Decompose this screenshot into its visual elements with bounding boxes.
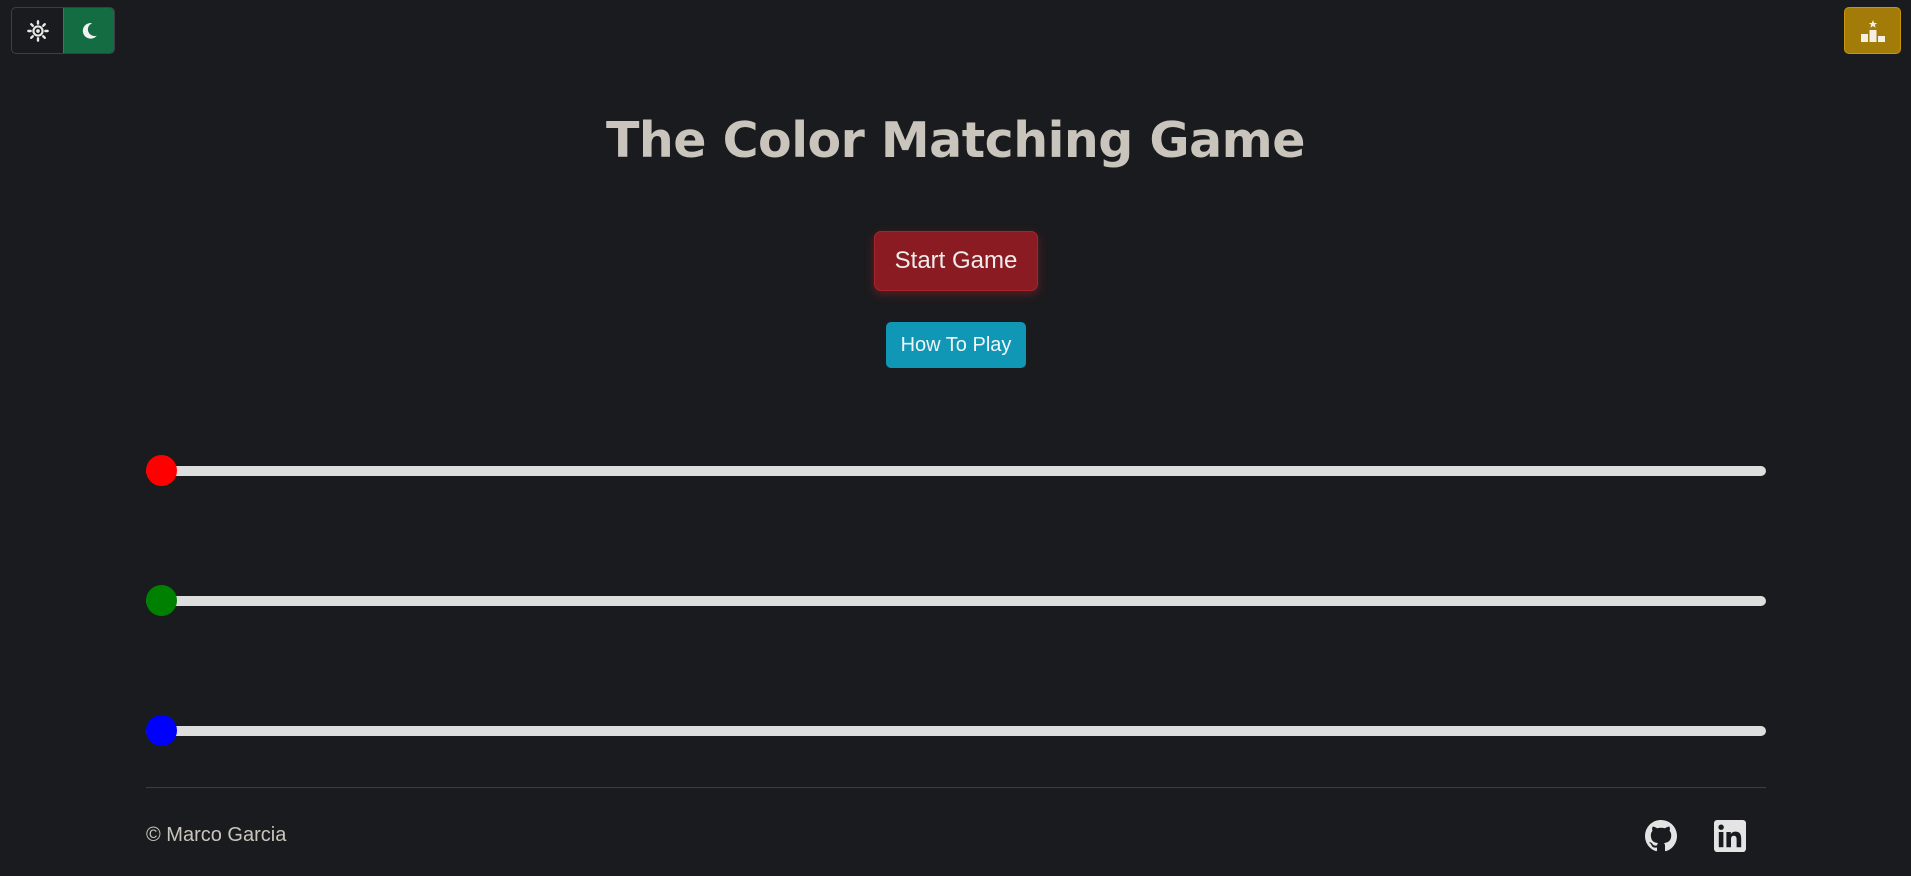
github-icon: [1645, 820, 1677, 852]
how-to-play-button[interactable]: How To Play: [886, 322, 1026, 368]
leaderboard-button[interactable]: [1844, 7, 1901, 54]
game-page: The Color Matching Game Start Game How T…: [0, 0, 1911, 876]
light-theme-button[interactable]: [12, 8, 63, 53]
slider-track[interactable]: [146, 726, 1766, 736]
start-game-button[interactable]: Start Game: [874, 231, 1038, 291]
copyright-text: © Marco Garcia: [146, 824, 287, 846]
sun-icon: [26, 19, 49, 42]
blue-slider[interactable]: [146, 711, 1766, 751]
red-slider[interactable]: [146, 451, 1766, 491]
linkedin-icon: [1714, 820, 1746, 852]
podium-icon: [1860, 19, 1885, 42]
github-link[interactable]: [1645, 820, 1677, 852]
page-title: The Color Matching Game: [606, 112, 1305, 169]
linkedin-link[interactable]: [1714, 820, 1746, 852]
green-slider-thumb[interactable]: [146, 585, 177, 616]
red-slider-thumb[interactable]: [146, 455, 177, 486]
moon-icon: [82, 22, 97, 39]
dark-theme-button[interactable]: [63, 8, 114, 53]
green-slider[interactable]: [146, 581, 1766, 621]
slider-track[interactable]: [146, 596, 1766, 606]
footer-divider: [146, 787, 1766, 788]
theme-toggle: [11, 7, 115, 54]
blue-slider-thumb[interactable]: [146, 715, 177, 746]
slider-track[interactable]: [146, 466, 1766, 476]
